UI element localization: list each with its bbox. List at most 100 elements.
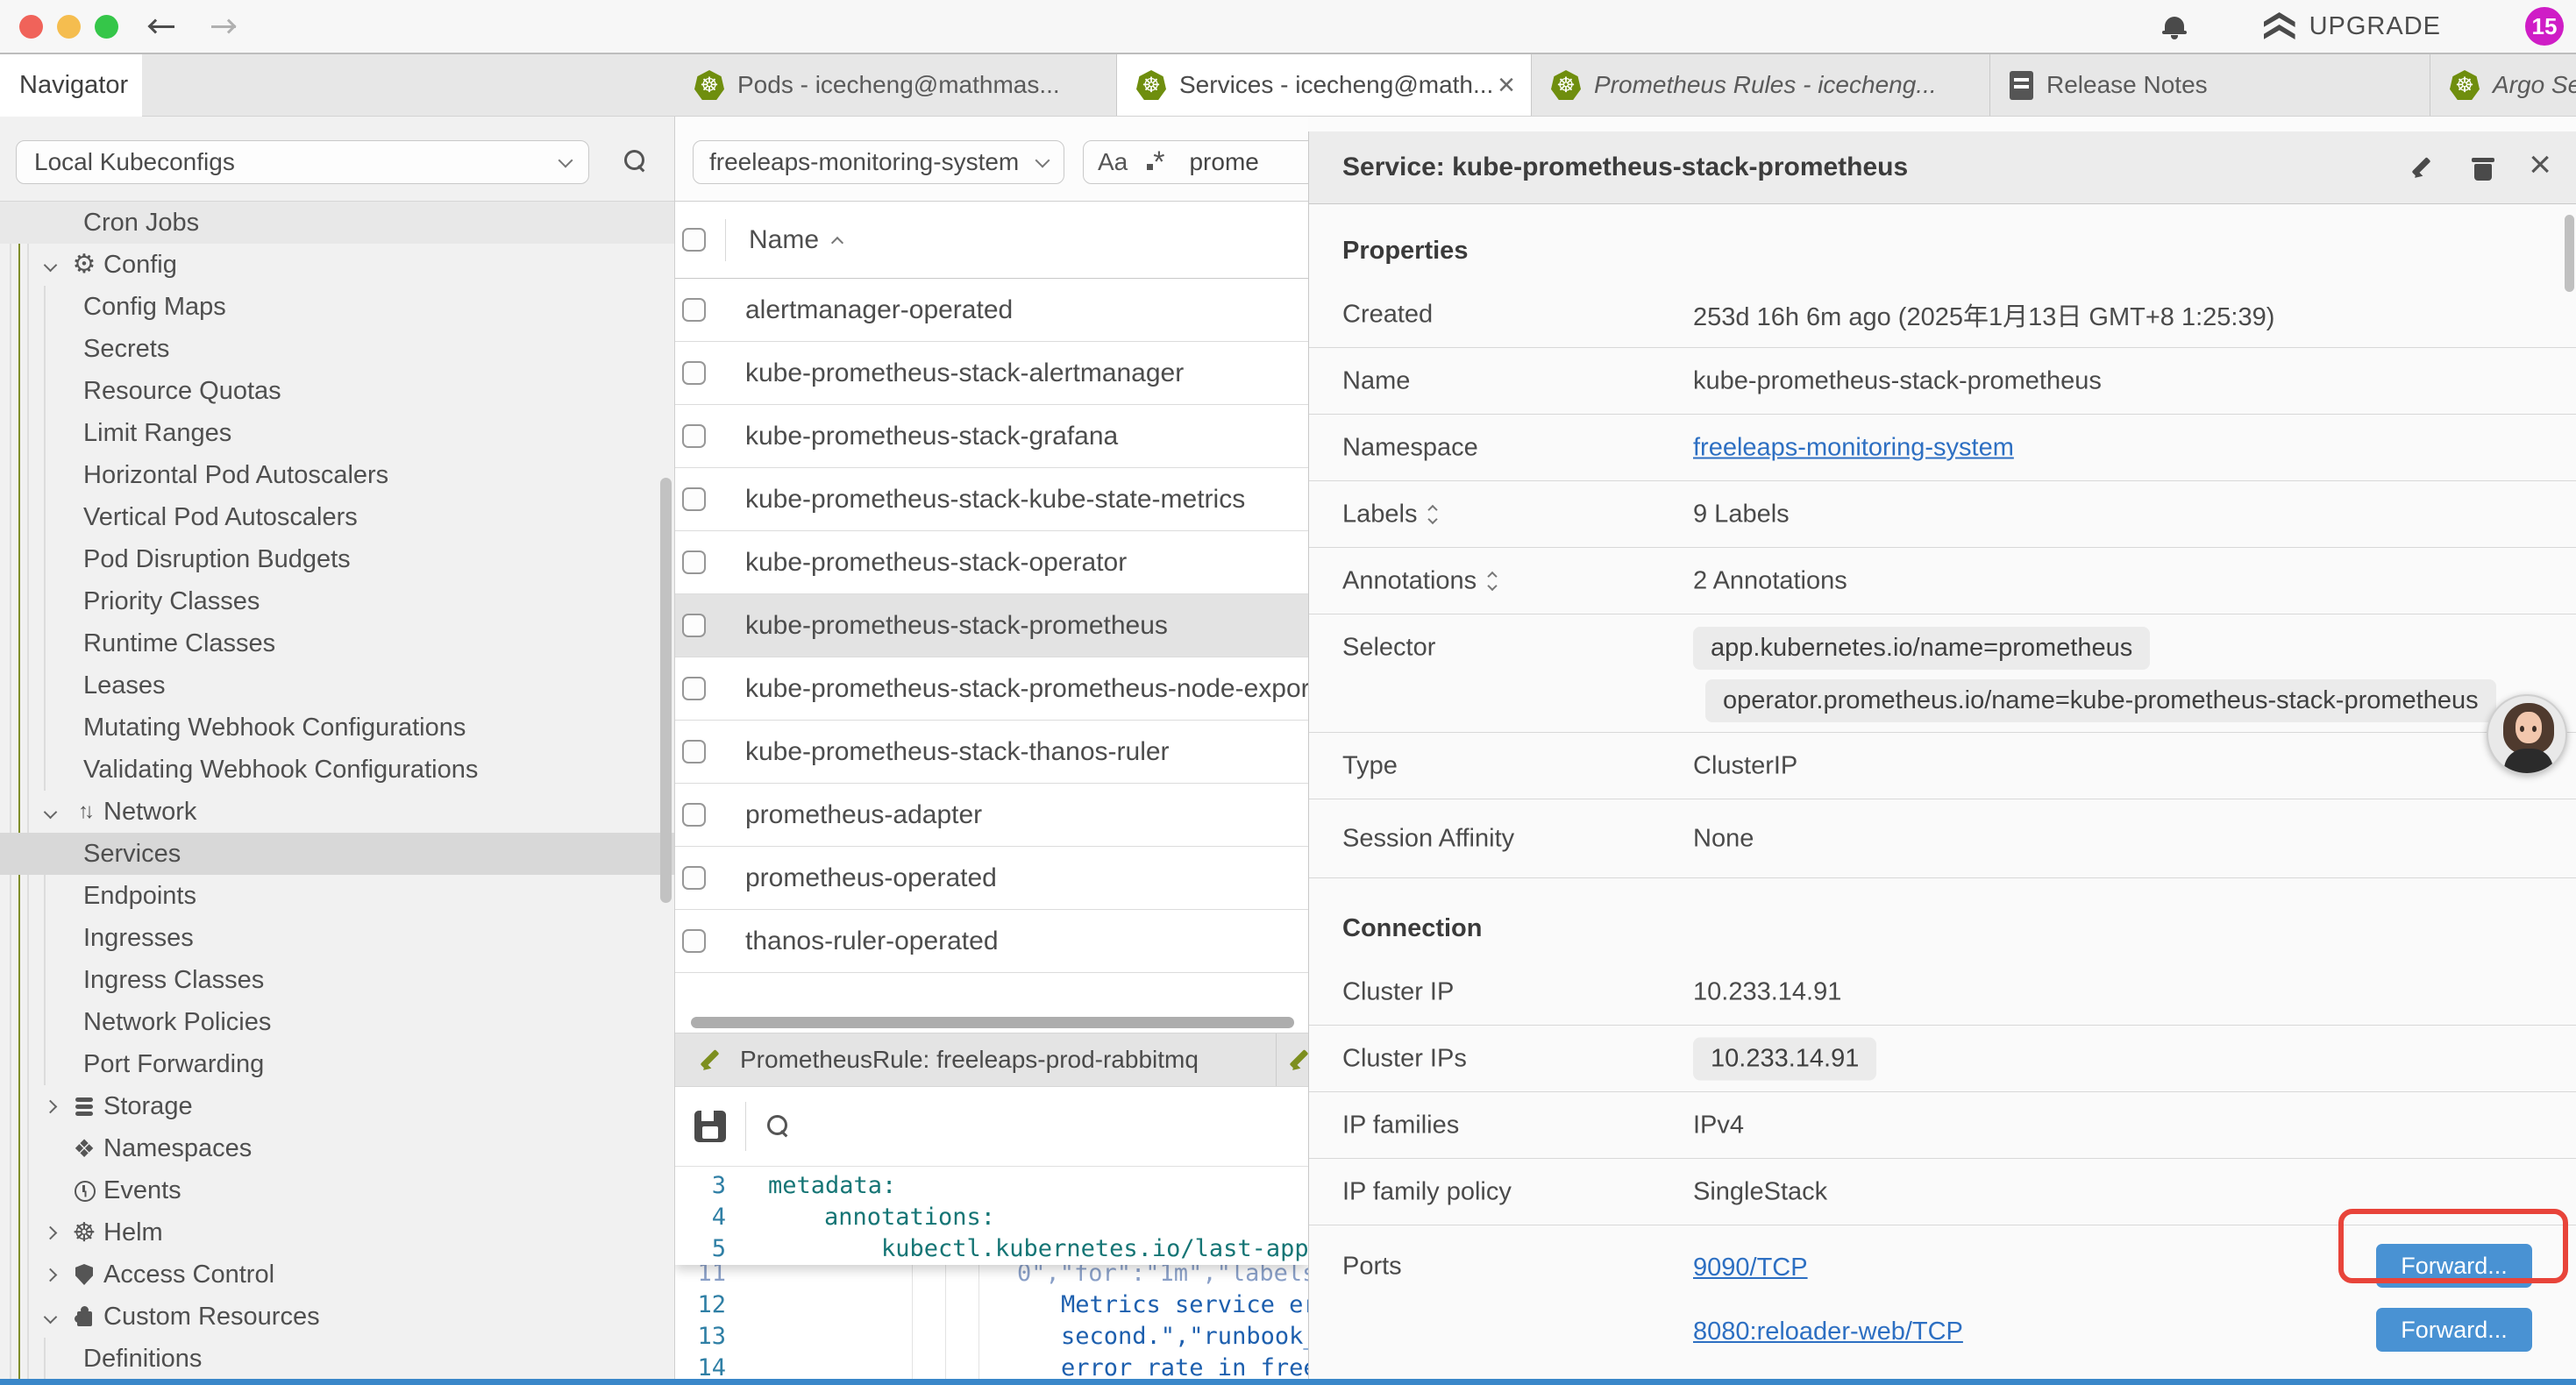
- editor-tab-partial[interactable]: [1277, 1033, 1308, 1086]
- table-row[interactable]: alertmanager-operated: [675, 279, 1308, 342]
- created-row: Created 253d 16h 6m ago (2025年1月13日 GMT+…: [1309, 281, 2576, 348]
- sidebar-item-validating-webhook-configurations[interactable]: Validating Webhook Configurations: [0, 749, 674, 791]
- row-checkbox[interactable]: [682, 550, 706, 574]
- sidebar-item-secrets[interactable]: Secrets: [0, 328, 674, 370]
- annotations-expander-icon[interactable]: [1489, 572, 1496, 589]
- sidebar-group-helm[interactable]: Helm: [0, 1211, 674, 1254]
- sidebar-item-vertical-pod-autoscalers[interactable]: Vertical Pod Autoscalers: [0, 496, 674, 538]
- sidebar-group-config[interactable]: Config: [0, 244, 674, 286]
- namespace-link[interactable]: freeleaps-monitoring-system: [1693, 433, 2014, 462]
- detail-scrollbar[interactable]: [2565, 215, 2574, 292]
- namespace-selector[interactable]: freeleaps-monitoring-system: [693, 140, 1064, 184]
- sidebar-item-runtime-classes[interactable]: Runtime Classes: [0, 622, 674, 664]
- sidebar-item-endpoints[interactable]: Endpoints: [0, 875, 674, 917]
- tab-prometheus-rules[interactable]: ☸ Prometheus Rules - icecheng...: [1532, 54, 1990, 116]
- forward-button[interactable]: Forward...: [2376, 1308, 2532, 1352]
- port-link[interactable]: 9090/TCP: [1693, 1254, 1808, 1282]
- horizontal-scrollbar[interactable]: [691, 1017, 1294, 1028]
- row-checkbox[interactable]: [682, 929, 706, 953]
- yaml-editor[interactable]: 11 0","for":"1m","labels":{"service": 12…: [675, 1166, 1308, 1385]
- detail-header: Service: kube-prometheus-stack-prometheu…: [1309, 131, 2576, 204]
- notification-count-badge[interactable]: 15: [2525, 7, 2564, 46]
- editor-line: 3 metadata:: [675, 1170, 1308, 1202]
- row-checkbox[interactable]: [682, 614, 706, 637]
- labels-expander-icon[interactable]: [1429, 506, 1436, 522]
- port-link[interactable]: 8080:reloader-web/TCP: [1693, 1318, 1963, 1346]
- sidebar-group-access-control[interactable]: Access Control: [0, 1254, 674, 1296]
- sidebar-item-network-policies[interactable]: Network Policies: [0, 1001, 674, 1043]
- sidebar-item-leases[interactable]: Leases: [0, 664, 674, 707]
- tab-services[interactable]: ☸ Services - icecheng@math... ×: [1117, 54, 1532, 116]
- tab-pods[interactable]: ☸ Pods - icecheng@mathmas...: [675, 54, 1117, 116]
- back-arrow-icon[interactable]: [148, 17, 178, 36]
- table-row[interactable]: prometheus-adapter: [675, 784, 1308, 847]
- close-tab-icon[interactable]: ×: [1498, 68, 1515, 103]
- table-row[interactable]: kube-prometheus-stack-thanos-ruler: [675, 721, 1308, 784]
- sort-ascending-icon[interactable]: [831, 236, 843, 248]
- sidebar-item-cron-jobs[interactable]: Cron Jobs: [0, 202, 674, 244]
- sidebar-item-priority-classes[interactable]: Priority Classes: [0, 580, 674, 622]
- table-row[interactable]: kube-prometheus-stack-alertmanager: [675, 342, 1308, 405]
- editor-search-icon[interactable]: [767, 1115, 790, 1138]
- upgrade-chevrons-icon: [2264, 12, 2295, 40]
- table-row[interactable]: kube-prometheus-stack-grafana: [675, 405, 1308, 468]
- sidebar-scrollbar[interactable]: [660, 478, 672, 903]
- sidebar-group-custom-resources[interactable]: Custom Resources: [0, 1296, 674, 1338]
- select-all-checkbox[interactable]: [682, 228, 706, 252]
- tab-release-notes[interactable]: Release Notes: [1990, 54, 2430, 116]
- forward-arrow-icon[interactable]: [208, 17, 238, 36]
- sidebar-item-definitions[interactable]: Definitions: [0, 1338, 674, 1380]
- notifications-bell-icon[interactable]: [2162, 13, 2187, 39]
- sidebar-item-limit-ranges[interactable]: Limit Ranges: [0, 412, 674, 454]
- row-checkbox[interactable]: [682, 298, 706, 322]
- sidebar-item-pod-disruption-budgets[interactable]: Pod Disruption Budgets: [0, 538, 674, 580]
- row-checkbox[interactable]: [682, 424, 706, 448]
- sidebar-item-port-forwarding[interactable]: Port Forwarding: [0, 1043, 674, 1085]
- row-checkbox[interactable]: [682, 487, 706, 511]
- save-icon[interactable]: [694, 1111, 726, 1142]
- traffic-light-close[interactable]: [19, 15, 43, 39]
- upgrade-button[interactable]: UPGRADE: [2264, 12, 2441, 41]
- match-case-toggle[interactable]: Aa: [1098, 148, 1128, 176]
- sidebar-item-mutating-webhook-configurations[interactable]: Mutating Webhook Configurations: [0, 707, 674, 749]
- tab-strip-gap: [142, 54, 675, 116]
- table-row[interactable]: kube-prometheus-stack-prometheus-node-ex…: [675, 657, 1308, 721]
- table-row[interactable]: thanos-ruler-operated: [675, 910, 1308, 973]
- row-checkbox[interactable]: [682, 866, 706, 890]
- traffic-light-minimize[interactable]: [57, 15, 81, 39]
- close-icon[interactable]: ×: [2529, 146, 2551, 184]
- delete-icon[interactable]: [2471, 153, 2495, 181]
- sidebar-group-network[interactable]: Network: [0, 791, 674, 833]
- editor-line: 4 annotations:: [675, 1202, 1308, 1233]
- regex-toggle[interactable]: *: [1147, 149, 1164, 176]
- sidebar-search-icon[interactable]: [624, 150, 647, 173]
- sidebar-item-namespaces[interactable]: Namespaces: [0, 1127, 674, 1169]
- kubeconfig-selector[interactable]: Local Kubeconfigs: [16, 140, 589, 184]
- table-row[interactable]: prometheus-operated: [675, 847, 1308, 910]
- tab-navigator[interactable]: Navigator: [0, 54, 142, 117]
- sidebar-item-events[interactable]: Events: [0, 1169, 674, 1211]
- editor-line: 5 kubectl.kubernetes.io/last-applied-con: [675, 1233, 1308, 1265]
- row-checkbox[interactable]: [682, 740, 706, 764]
- sidebar-item-ingresses[interactable]: Ingresses: [0, 917, 674, 959]
- tab-argo[interactable]: ☸ Argo Se: [2430, 54, 2576, 116]
- row-checkbox[interactable]: [682, 677, 706, 700]
- edit-icon[interactable]: [2411, 154, 2437, 181]
- sidebar-item-horizontal-pod-autoscalers[interactable]: Horizontal Pod Autoscalers: [0, 454, 674, 496]
- session-affinity-row: Session Affinity None: [1309, 799, 2576, 878]
- assistant-avatar[interactable]: [2487, 694, 2567, 775]
- sidebar-item-resource-quotas[interactable]: Resource Quotas: [0, 370, 674, 412]
- editor-tab-prometheusrule[interactable]: PrometheusRule: freeleaps-prod-rabbitmq: [675, 1033, 1277, 1086]
- row-checkbox[interactable]: [682, 803, 706, 827]
- table-row[interactable]: kube-prometheus-stack-kube-state-metrics: [675, 468, 1308, 531]
- traffic-light-zoom[interactable]: [95, 15, 118, 39]
- name-column-header[interactable]: Name: [749, 225, 819, 255]
- sidebar-item-services[interactable]: Services: [0, 833, 674, 875]
- sidebar-item-ingress-classes[interactable]: Ingress Classes: [0, 959, 674, 1001]
- sidebar-group-storage[interactable]: Storage: [0, 1085, 674, 1127]
- sidebar-item-config-maps[interactable]: Config Maps: [0, 286, 674, 328]
- table-row[interactable]: kube-prometheus-stack-operator: [675, 531, 1308, 594]
- table-row-selected[interactable]: kube-prometheus-stack-prometheus: [675, 594, 1308, 657]
- filter-input[interactable]: Aa * prome: [1083, 140, 1308, 184]
- row-checkbox[interactable]: [682, 361, 706, 385]
